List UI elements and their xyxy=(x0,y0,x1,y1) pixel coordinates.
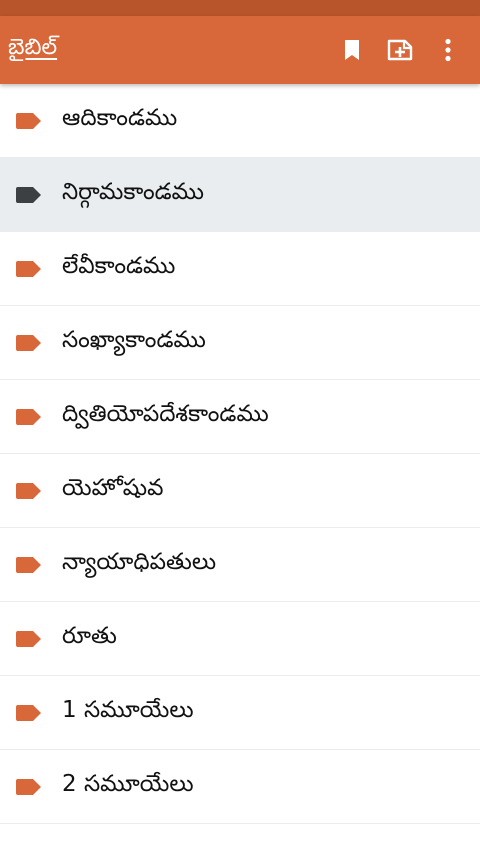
bookmark-icon xyxy=(345,40,359,60)
book-list-item[interactable]: 1 సమూయేలు xyxy=(0,676,480,750)
book-list-item[interactable]: సంఖ్యాకాండము xyxy=(0,306,480,380)
book-list-item[interactable]: ద్వితియోపదేశకాండము xyxy=(0,380,480,454)
book-list-item[interactable]: యెహోషువ xyxy=(0,454,480,528)
book-name: నిర్గామకాండము xyxy=(62,178,204,205)
tag-icon xyxy=(14,186,42,204)
book-name: లేవీకాండము xyxy=(62,252,176,279)
list-item-partial xyxy=(0,824,480,854)
book-name: సంఖ్యాకాండము xyxy=(62,326,206,353)
book-list-item[interactable]: లేవీకాండము xyxy=(0,232,480,306)
book-name: యెహోషువ xyxy=(62,474,164,501)
book-list-item[interactable]: న్యాయాధిపతులు xyxy=(0,528,480,602)
book-name: 2 సమూయేలు xyxy=(62,770,194,797)
book-name: 1 సమూయేలు xyxy=(62,696,194,723)
bookmark-button[interactable] xyxy=(328,26,376,74)
tag-icon xyxy=(14,112,42,130)
book-name: రూతు xyxy=(62,622,117,649)
app-title[interactable]: బైబిల్ xyxy=(8,35,328,65)
tag-icon xyxy=(14,260,42,278)
book-name: ఆదికాండము xyxy=(62,104,178,131)
book-list-item[interactable]: ఆదికాండము xyxy=(0,84,480,158)
tag-icon xyxy=(14,556,42,574)
book-name: న్యాయాధిపతులు xyxy=(62,548,217,575)
book-list: ఆదికాండము నిర్గామకాండము లేవీకాండము సంఖ్యాకా… xyxy=(0,84,480,854)
app-bar: బైబిల్ xyxy=(0,16,480,84)
book-list-item[interactable]: 2 సమూయేలు xyxy=(0,750,480,824)
more-vert-icon xyxy=(445,38,451,62)
tag-icon xyxy=(14,630,42,648)
tag-icon xyxy=(14,704,42,722)
add-note-icon xyxy=(387,39,413,61)
add-note-button[interactable] xyxy=(376,26,424,74)
more-options-button[interactable] xyxy=(424,26,472,74)
book-list-item[interactable]: రూతు xyxy=(0,602,480,676)
tag-icon xyxy=(14,334,42,352)
status-bar xyxy=(0,0,480,16)
tag-icon xyxy=(14,482,42,500)
book-name: ద్వితియోపదేశకాండము xyxy=(62,400,269,427)
tag-icon xyxy=(14,408,42,426)
book-list-item[interactable]: నిర్గామకాండము xyxy=(0,158,480,232)
tag-icon xyxy=(14,778,42,796)
